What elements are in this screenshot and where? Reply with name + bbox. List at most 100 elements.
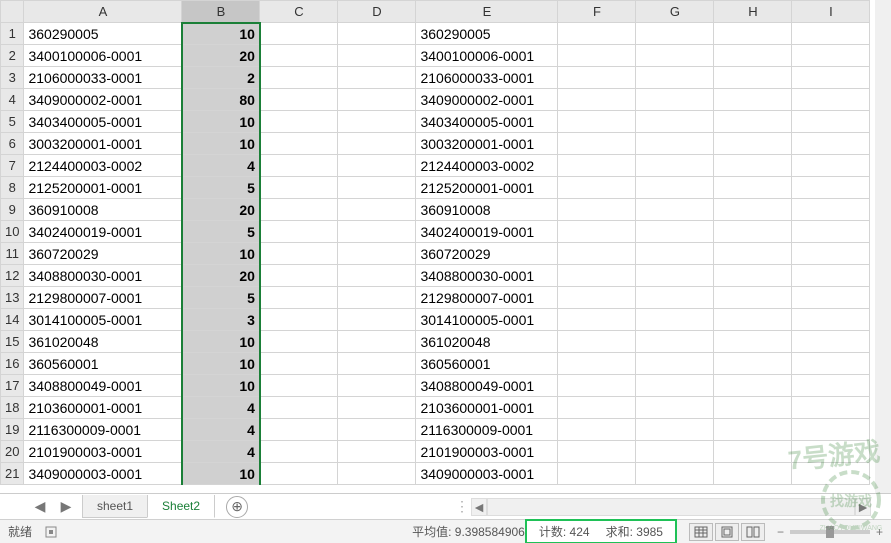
col-header-I[interactable]: I [792, 1, 870, 23]
cell-C4[interactable] [260, 89, 338, 111]
cell-B16[interactable]: 10 [182, 353, 260, 375]
cell-G18[interactable] [636, 397, 714, 419]
cell-I15[interactable] [792, 331, 870, 353]
cell-G15[interactable] [636, 331, 714, 353]
cell-B17[interactable]: 10 [182, 375, 260, 397]
cell-B15[interactable]: 10 [182, 331, 260, 353]
col-header-G[interactable]: G [636, 1, 714, 23]
cell-I16[interactable] [792, 353, 870, 375]
cell-C7[interactable] [260, 155, 338, 177]
cell-B21[interactable]: 10 [182, 463, 260, 485]
cell-B2[interactable]: 20 [182, 45, 260, 67]
cell-F9[interactable] [558, 199, 636, 221]
cell-G6[interactable] [636, 133, 714, 155]
cell-B6[interactable]: 10 [182, 133, 260, 155]
row-header[interactable]: 17 [1, 375, 24, 397]
row-header[interactable]: 3 [1, 67, 24, 89]
cell-A21[interactable]: 3409000003-0001 [24, 463, 182, 485]
cell-H19[interactable] [714, 419, 792, 441]
cell-A5[interactable]: 3403400005-0001 [24, 111, 182, 133]
cell-B7[interactable]: 4 [182, 155, 260, 177]
cell-I8[interactable] [792, 177, 870, 199]
cell-C2[interactable] [260, 45, 338, 67]
cell-A20[interactable]: 2101900003-0001 [24, 441, 182, 463]
cell-E20[interactable]: 2101900003-0001 [416, 441, 558, 463]
cell-A19[interactable]: 2116300009-0001 [24, 419, 182, 441]
cell-A7[interactable]: 2124400003-0002 [24, 155, 182, 177]
cell-B10[interactable]: 5 [182, 221, 260, 243]
cell-D7[interactable] [338, 155, 416, 177]
vertical-scrollbar[interactable] [875, 0, 891, 493]
cell-A13[interactable]: 2129800007-0001 [24, 287, 182, 309]
cell-H6[interactable] [714, 133, 792, 155]
view-normal-button[interactable] [689, 523, 713, 541]
cell-G11[interactable] [636, 243, 714, 265]
cell-G2[interactable] [636, 45, 714, 67]
row-header[interactable]: 12 [1, 265, 24, 287]
tab-nav-next-icon[interactable]: ▶ [56, 497, 76, 517]
row-header[interactable]: 16 [1, 353, 24, 375]
cell-I19[interactable] [792, 419, 870, 441]
cell-A6[interactable]: 3003200001-0001 [24, 133, 182, 155]
cell-D1[interactable] [338, 23, 416, 45]
cell-A17[interactable]: 3408800049-0001 [24, 375, 182, 397]
cell-F1[interactable] [558, 23, 636, 45]
cell-C16[interactable] [260, 353, 338, 375]
cell-I4[interactable] [792, 89, 870, 111]
cell-I11[interactable] [792, 243, 870, 265]
cell-C18[interactable] [260, 397, 338, 419]
cell-F13[interactable] [558, 287, 636, 309]
tab-resize-handle[interactable]: ⋮ [451, 498, 471, 515]
macro-record-icon[interactable] [44, 524, 60, 540]
cell-A14[interactable]: 3014100005-0001 [24, 309, 182, 331]
row-header[interactable]: 10 [1, 221, 24, 243]
cell-F12[interactable] [558, 265, 636, 287]
cell-I20[interactable] [792, 441, 870, 463]
cell-G1[interactable] [636, 23, 714, 45]
cell-F19[interactable] [558, 419, 636, 441]
cell-E4[interactable]: 3409000002-0001 [416, 89, 558, 111]
row-header[interactable]: 14 [1, 309, 24, 331]
cell-D3[interactable] [338, 67, 416, 89]
cell-H1[interactable] [714, 23, 792, 45]
cell-G12[interactable] [636, 265, 714, 287]
cell-D21[interactable] [338, 463, 416, 485]
cell-G20[interactable] [636, 441, 714, 463]
cell-C19[interactable] [260, 419, 338, 441]
cell-D19[interactable] [338, 419, 416, 441]
cell-E18[interactable]: 2103600001-0001 [416, 397, 558, 419]
cell-I17[interactable] [792, 375, 870, 397]
cell-E5[interactable]: 3403400005-0001 [416, 111, 558, 133]
cell-E7[interactable]: 2124400003-0002 [416, 155, 558, 177]
cell-B8[interactable]: 5 [182, 177, 260, 199]
cell-I6[interactable] [792, 133, 870, 155]
cell-H15[interactable] [714, 331, 792, 353]
row-header[interactable]: 18 [1, 397, 24, 419]
cell-G16[interactable] [636, 353, 714, 375]
cell-E16[interactable]: 360560001 [416, 353, 558, 375]
cell-F18[interactable] [558, 397, 636, 419]
cell-C5[interactable] [260, 111, 338, 133]
cell-C21[interactable] [260, 463, 338, 485]
cell-F4[interactable] [558, 89, 636, 111]
row-header[interactable]: 4 [1, 89, 24, 111]
cell-G10[interactable] [636, 221, 714, 243]
cell-B3[interactable]: 2 [182, 67, 260, 89]
col-header-A[interactable]: A [24, 1, 182, 23]
cell-E2[interactable]: 3400100006-0001 [416, 45, 558, 67]
cell-G8[interactable] [636, 177, 714, 199]
cell-D9[interactable] [338, 199, 416, 221]
cell-G17[interactable] [636, 375, 714, 397]
zoom-slider-thumb[interactable] [826, 526, 834, 538]
row-header[interactable]: 21 [1, 463, 24, 485]
row-header[interactable]: 5 [1, 111, 24, 133]
cell-E3[interactable]: 2106000033-0001 [416, 67, 558, 89]
cell-H20[interactable] [714, 441, 792, 463]
cell-D10[interactable] [338, 221, 416, 243]
cell-E15[interactable]: 361020048 [416, 331, 558, 353]
cell-B4[interactable]: 80 [182, 89, 260, 111]
cell-H2[interactable] [714, 45, 792, 67]
cell-E19[interactable]: 2116300009-0001 [416, 419, 558, 441]
cell-C1[interactable] [260, 23, 338, 45]
cell-I14[interactable] [792, 309, 870, 331]
